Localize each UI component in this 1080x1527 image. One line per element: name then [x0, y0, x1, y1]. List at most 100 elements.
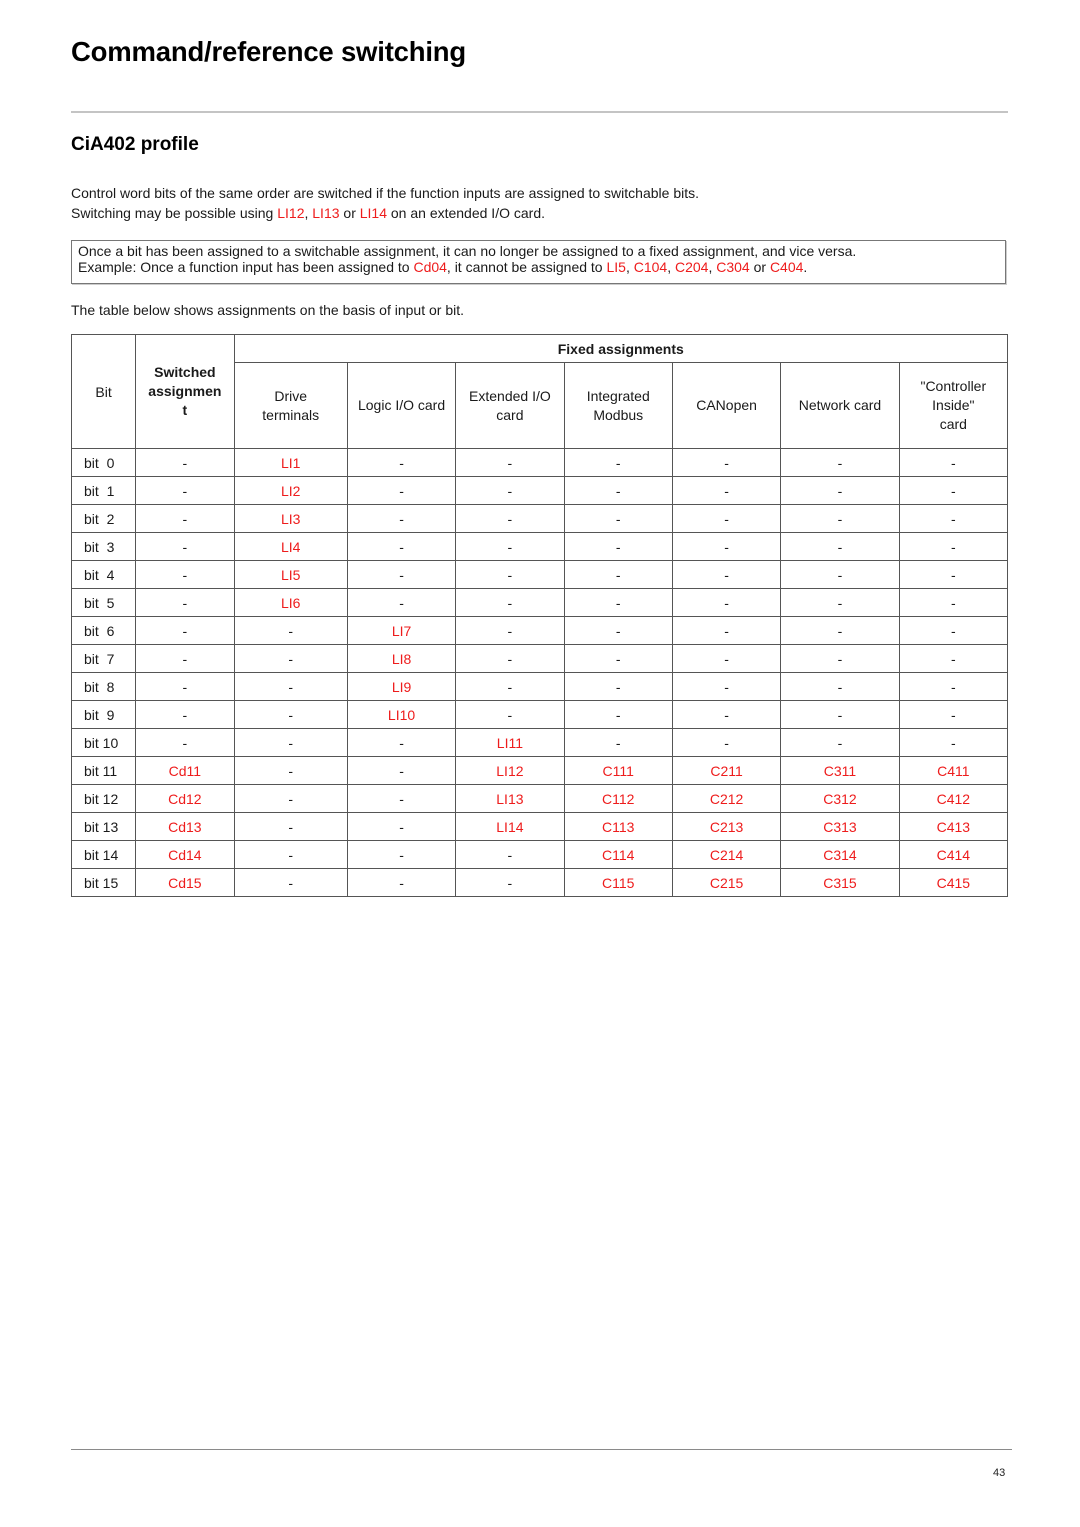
fixed-cell: LI14: [455, 812, 565, 841]
fixed-cell: -: [780, 560, 900, 589]
switched-cell: -: [135, 728, 235, 757]
fixed-cell: -: [455, 840, 565, 869]
fixed-cell: -: [233, 644, 348, 673]
fixed-cell: -: [455, 504, 565, 533]
fixed-cell: C312: [780, 784, 900, 813]
table-row: bit 3- LI4- - - - - -: [70, 532, 1009, 561]
switched-cell: Cd11: [135, 756, 235, 785]
fixed-cell: -: [671, 532, 782, 561]
switched-cell: Cd12: [135, 784, 235, 813]
table-row: bit 14 Cd14- - - C114 C214 C314 C414: [70, 840, 1009, 869]
switched-cell: -: [135, 700, 235, 729]
fixed-cell: -: [233, 868, 348, 897]
note-text: ,: [625, 259, 634, 275]
fixed-cell: -: [346, 560, 457, 589]
col-header-fixed: Logic I/O card: [346, 362, 457, 449]
intro-text: Switching may be possible using: [71, 205, 278, 221]
table-intro: The table below shows assignments on the…: [71, 302, 464, 318]
fixed-cell: LI10: [346, 700, 457, 729]
fixed-cell: -: [233, 812, 348, 841]
fixed-cell: -: [671, 448, 782, 477]
fixed-cell: -: [563, 644, 673, 673]
fixed-cell: C111: [563, 756, 673, 785]
bit-cell: bit 14: [70, 840, 137, 869]
col-header-line: CANopen: [696, 397, 757, 413]
bit-cell: bit 12: [70, 784, 137, 813]
fixed-cell: -: [898, 560, 1009, 589]
fixed-cell: -: [898, 700, 1009, 729]
bit-cell: bit 1: [70, 476, 137, 505]
col-header-line: card: [496, 406, 524, 423]
fixed-cell: -: [671, 672, 782, 701]
col-header-line: Drive: [274, 387, 308, 404]
col-header-fixed: Extended I/O card: [455, 362, 565, 449]
intro-text: or: [339, 205, 360, 221]
intro-paragraph: Control word bits of the same order are …: [71, 183, 699, 223]
fixed-cell: C314: [780, 840, 900, 869]
fixed-cell: -: [455, 672, 565, 701]
switched-cell: -: [135, 532, 235, 561]
col-header-line: Inside": [932, 397, 975, 413]
footer-divider: [71, 1449, 1012, 1450]
fixed-cell: LI6: [233, 588, 348, 617]
col-header-switched-line: t: [182, 402, 188, 418]
fixed-cell: -: [346, 476, 457, 505]
switched-cell: -: [135, 476, 235, 505]
bit-cell: bit 4: [70, 560, 137, 589]
table-row: bit 7- - LI8- - - - -: [70, 644, 1009, 673]
table-row: bit 13 Cd13- - LI14 C113 C213 C313 C413: [70, 812, 1009, 841]
ref-li14: LI14: [359, 205, 387, 221]
table-row: bit 11 Cd11- - LI12 C111 C211 C311 C411: [70, 756, 1009, 785]
fixed-cell: -: [671, 728, 782, 757]
note-text: ,: [667, 259, 675, 275]
fixed-cell: -: [563, 700, 673, 729]
fixed-cell: -: [455, 868, 565, 897]
fixed-cell: LI12: [455, 756, 565, 785]
fixed-cell: -: [233, 784, 348, 813]
table-row: bit 10- - - LI11- - - -: [70, 728, 1009, 757]
fixed-cell: -: [233, 756, 348, 785]
table-row: bit 0- LI1- - - - - -: [70, 448, 1009, 477]
note-text: Example: Once a function input has been …: [78, 259, 414, 275]
fixed-cell: -: [455, 588, 565, 617]
fixed-cell: -: [780, 588, 900, 617]
fixed-cell: -: [346, 784, 457, 813]
fixed-cell: -: [563, 560, 673, 589]
ref-c204: C204: [674, 259, 709, 275]
fixed-cell: -: [898, 504, 1009, 533]
bit-cell: bit 8: [70, 672, 137, 701]
fixed-cell: -: [671, 644, 782, 673]
bit-cell: bit 6: [70, 616, 137, 645]
fixed-cell: -: [780, 476, 900, 505]
switched-cell: -: [135, 504, 235, 533]
fixed-cell: -: [455, 448, 565, 477]
fixed-cell: -: [671, 616, 782, 645]
fixed-cell: -: [898, 728, 1009, 757]
fixed-cell: C412: [898, 784, 1009, 813]
table-row: bit 8- - LI9- - - - -: [70, 672, 1009, 701]
bit-cell: bit 3: [70, 532, 137, 561]
fixed-cell: -: [671, 504, 782, 533]
fixed-cell: LI5: [233, 560, 348, 589]
fixed-cell: -: [233, 700, 348, 729]
fixed-cell: -: [346, 448, 457, 477]
fixed-cell: C214: [671, 840, 782, 869]
bit-cell: bit 10: [70, 728, 137, 757]
fixed-cell: -: [346, 868, 457, 897]
note-text: .: [803, 259, 808, 275]
fixed-cell: C113: [563, 812, 673, 841]
fixed-cell: -: [671, 588, 782, 617]
intro-line-1: Control word bits of the same order are …: [71, 185, 699, 201]
fixed-cell: -: [671, 700, 782, 729]
ref-c304: C304: [716, 259, 750, 275]
fixed-cell: -: [898, 616, 1009, 645]
fixed-cell: -: [455, 476, 565, 505]
fixed-cell: -: [780, 448, 900, 477]
bit-cell: bit 2: [70, 504, 137, 533]
switched-cell: Cd13: [135, 812, 235, 841]
section-title: CiA402 profile: [71, 134, 199, 155]
col-header-fixed: "Controller Inside" card: [898, 362, 1009, 449]
switched-cell: Cd15: [135, 868, 235, 897]
fixed-cell: -: [563, 504, 673, 533]
page-number: 43: [993, 1467, 1006, 1479]
